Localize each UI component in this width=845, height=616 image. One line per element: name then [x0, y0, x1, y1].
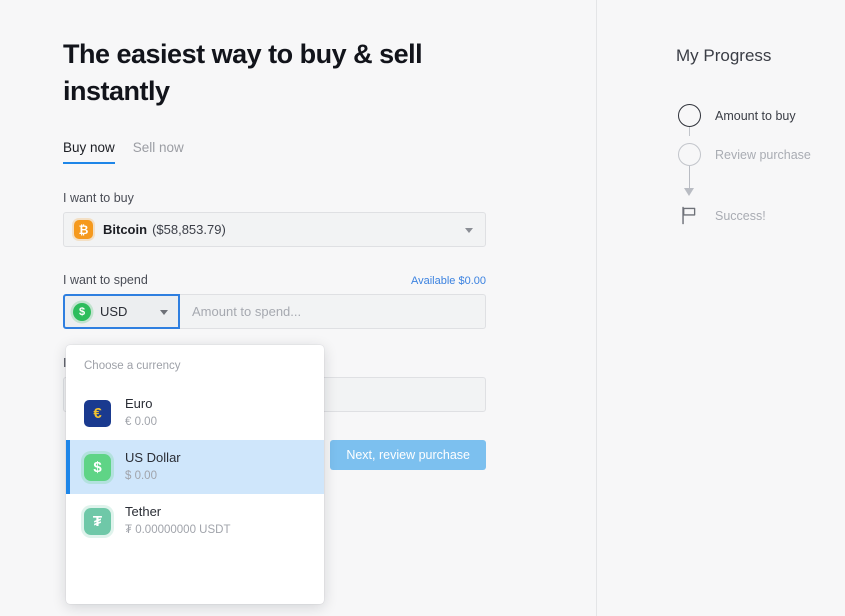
- bitcoin-icon: ₿: [74, 220, 93, 239]
- progress-step-review-purchase: Review purchase: [676, 135, 845, 174]
- circle-icon: [677, 104, 701, 127]
- currency-option-text: Tether ₮ 0.00000000 USDT: [125, 504, 230, 538]
- currency-select-button[interactable]: $ USD: [63, 294, 180, 329]
- currency-option-text: US Dollar $ 0.00: [125, 450, 181, 484]
- chevron-down-icon: [465, 227, 473, 233]
- tab-buy-now[interactable]: Buy now: [63, 140, 115, 164]
- flag-icon: [681, 206, 695, 225]
- progress-steps: Amount to buy Review purchase Success!: [676, 96, 845, 235]
- buy-sell-tabs: Buy now Sell now: [63, 138, 493, 164]
- column-divider: [596, 0, 597, 616]
- asset-price: ($58,853.79): [152, 222, 226, 237]
- currency-option-name: US Dollar: [125, 450, 181, 465]
- currency-select-label: USD: [100, 304, 128, 319]
- currency-dropdown-title: Choose a currency: [84, 360, 181, 372]
- currency-option-text: Euro € 0.00: [125, 396, 157, 430]
- currency-option-euro[interactable]: € Euro € 0.00: [66, 386, 324, 440]
- currency-option-us-dollar[interactable]: $ US Dollar $ 0.00: [66, 440, 324, 494]
- spend-input-row: $ USD: [63, 294, 486, 329]
- usd-coin-icon: $: [73, 302, 91, 321]
- available-balance-link[interactable]: Available $0.00: [411, 275, 486, 287]
- circle-icon: [677, 143, 701, 166]
- progress-column: My Progress Amount to buy Review purchas…: [676, 0, 845, 235]
- chevron-down-icon: [160, 309, 168, 315]
- amount-to-spend-input[interactable]: [180, 294, 486, 329]
- tether-icon: ₮: [84, 507, 111, 535]
- currency-option-balance: ₮ 0.00000000 USDT: [125, 524, 231, 536]
- currency-option-balance: $ 0.00: [125, 470, 157, 482]
- currency-option-balance: € 0.00: [125, 416, 157, 428]
- buy-field-label: I want to buy: [63, 191, 134, 205]
- currency-dropdown-panel: Choose a currency € Euro € 0.00 $ US Dol…: [66, 345, 324, 604]
- currency-option-list: € Euro € 0.00 $ US Dollar $ 0.00 ₮ Tethe…: [66, 386, 324, 548]
- progress-step-success: Success!: [676, 196, 845, 235]
- spend-field-label: I want to spend: [63, 273, 148, 287]
- progress-step-label: Success!: [715, 208, 766, 223]
- step-marker: [676, 206, 702, 225]
- progress-step-amount-to-buy: Amount to buy: [676, 96, 845, 135]
- next-review-purchase-button[interactable]: Next, review purchase: [330, 440, 486, 470]
- asset-select[interactable]: ₿ Bitcoin ($58,853.79): [63, 212, 486, 247]
- buy-sell-page: The easiest way to buy & sell instantly …: [0, 0, 845, 616]
- spend-label-row: I want to spend Available $0.00: [63, 273, 486, 287]
- progress-step-label: Amount to buy: [715, 108, 796, 123]
- usd-coin-icon: $: [84, 453, 111, 481]
- progress-step-label: Review purchase: [715, 147, 811, 162]
- currency-option-tether[interactable]: ₮ Tether ₮ 0.00000000 USDT: [66, 494, 324, 548]
- step-marker: [676, 104, 702, 127]
- euro-icon: €: [84, 399, 111, 427]
- asset-name: Bitcoin: [103, 222, 148, 237]
- progress-title: My Progress: [676, 46, 772, 65]
- tab-sell-now[interactable]: Sell now: [133, 140, 184, 164]
- currency-option-name: Tether: [125, 504, 162, 519]
- currency-option-name: Euro: [125, 396, 153, 411]
- step-marker: [676, 143, 702, 166]
- page-title: The easiest way to buy & sell instantly: [63, 39, 423, 106]
